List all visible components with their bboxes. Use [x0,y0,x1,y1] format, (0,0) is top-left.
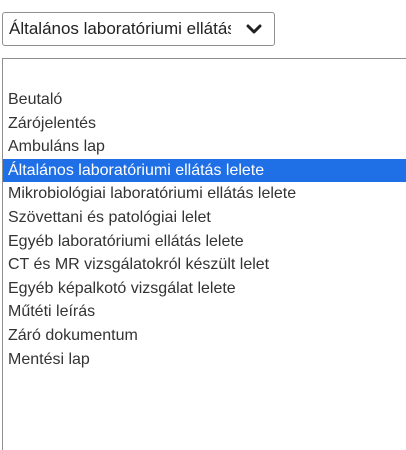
document-type-select[interactable]: Általános laboratóriumi ellátás lelete [2,12,275,46]
chevron-down-icon[interactable] [246,22,262,36]
option-item[interactable]: Zárójelentés [3,112,406,136]
option-item[interactable]: Műtéti leírás [3,300,406,324]
option-selected[interactable]: Általános laboratóriumi ellátás lelete [3,158,406,183]
option-item[interactable]: Mikrobiológiai laboratóriumi ellátás lel… [3,182,406,206]
dropdown-listbox: Beutaló Zárójelentés Ambuláns lap Általános… [2,58,406,450]
option-item[interactable]: Ambuláns lap [3,135,406,159]
option-item[interactable]: Záró dokumentum [3,324,406,348]
option-item[interactable]: Mentési lap [3,348,406,372]
select-value: Általános laboratóriumi ellátás lelete [9,19,231,38]
option-item[interactable]: Egyéb laboratóriumi ellátás lelete [3,230,406,254]
option-item[interactable]: Egyéb képalkotó vizsgálat lelete [3,277,406,301]
option-item[interactable]: Beutaló [3,88,406,112]
option-item[interactable]: CT és MR vizsgálatokról készült lelet [3,253,406,277]
option-item[interactable]: Szövettani és patológiai lelet [3,206,406,230]
option-list: Beutaló Zárójelentés Ambuláns lap Általános… [3,88,406,371]
